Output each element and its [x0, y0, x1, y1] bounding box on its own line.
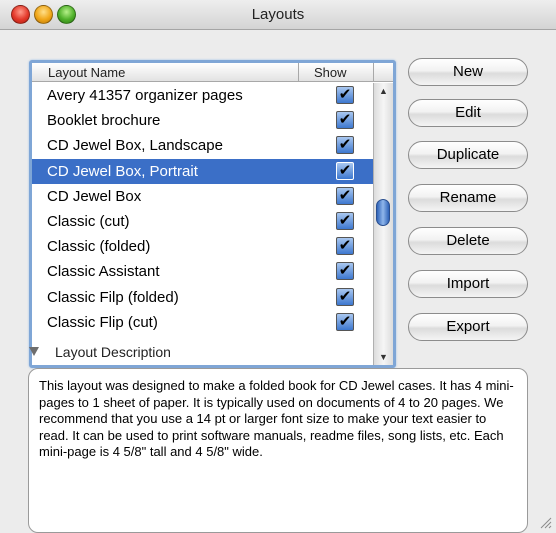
table-rows: Avery 41357 organizer pages ✔ Booklet broc…: [32, 83, 373, 365]
layouts-table[interactable]: Layout Name Show Avery 41357 organizer p…: [29, 60, 396, 368]
show-checkbox[interactable]: ✔: [336, 86, 354, 104]
scroll-down-arrow-icon[interactable]: ▼: [374, 349, 393, 365]
table-row[interactable]: Classic Filp (folded) ✔: [32, 285, 373, 310]
table-row[interactable]: Classic Assistant ✔: [32, 259, 373, 284]
layout-description-label: Layout Description: [55, 344, 171, 360]
show-checkbox[interactable]: ✔: [336, 161, 354, 180]
layout-name-cell: CD Jewel Box: [47, 187, 142, 205]
layout-name-cell: Classic (cut): [47, 212, 130, 230]
table-row[interactable]: Avery 41357 organizer pages ✔: [32, 83, 373, 108]
show-checkbox[interactable]: ✔: [336, 186, 354, 205]
table-row[interactable]: CD Jewel Box ✔: [32, 184, 373, 209]
column-divider[interactable]: [298, 63, 299, 82]
window-content: Layout Name Show Avery 41357 organizer p…: [0, 31, 556, 533]
table-row[interactable]: Booklet brochure ✔: [32, 108, 373, 133]
window-title: Layouts: [251, 6, 305, 23]
rename-button[interactable]: Rename: [408, 184, 528, 212]
column-header-layout-name[interactable]: Layout Name: [48, 65, 125, 80]
table-row[interactable]: Classic (cut) ✔: [32, 209, 373, 234]
table-header: Layout Name Show: [32, 63, 393, 82]
show-checkbox[interactable]: ✔: [336, 262, 354, 281]
layouts-window: Layouts Layout Name Show Avery 41357 org…: [0, 0, 556, 533]
layout-name-cell: Classic (folded): [47, 238, 151, 256]
layout-name-cell: CD Jewel Box, Portrait: [47, 162, 198, 180]
disclosure-triangle-icon[interactable]: [29, 347, 39, 356]
scrollbar-thumb[interactable]: [376, 199, 390, 226]
import-button[interactable]: Import: [408, 270, 528, 298]
vertical-scrollbar[interactable]: ▲ ▼: [373, 83, 393, 365]
duplicate-button[interactable]: Duplicate: [408, 141, 528, 169]
export-button[interactable]: Export: [408, 313, 528, 341]
layout-name-cell: Avery 41357 organizer pages: [47, 87, 243, 104]
scroll-up-arrow-icon[interactable]: ▲: [374, 83, 393, 99]
delete-button[interactable]: Delete: [408, 227, 528, 255]
layout-name-cell: Classic Flip (cut): [47, 313, 158, 331]
show-checkbox[interactable]: ✔: [336, 136, 354, 155]
column-header-show[interactable]: Show: [314, 65, 347, 80]
layout-name-cell: CD Jewel Box, Landscape: [47, 137, 223, 155]
table-row[interactable]: CD Jewel Box, Portrait ✔: [32, 158, 373, 184]
layout-name-cell: Booklet brochure: [47, 112, 161, 130]
show-checkbox[interactable]: ✔: [336, 211, 354, 230]
layout-description-text: This layout was designed to make a folde…: [28, 368, 528, 533]
show-checkbox[interactable]: ✔: [336, 111, 354, 130]
resize-grip-icon[interactable]: [538, 515, 552, 529]
title-bar[interactable]: Layouts: [0, 0, 556, 30]
layout-name-cell: Classic Assistant: [47, 263, 160, 281]
show-checkbox[interactable]: ✔: [336, 237, 354, 256]
table-row[interactable]: Classic (folded) ✔: [32, 234, 373, 259]
layout-name-cell: Classic Filp (folded): [47, 288, 179, 306]
show-checkbox[interactable]: ✔: [336, 312, 354, 331]
show-checkbox[interactable]: ✔: [336, 287, 354, 306]
table-row[interactable]: Classic Flip (cut) ✔: [32, 310, 373, 335]
header-corner: [373, 63, 393, 82]
edit-button[interactable]: Edit: [408, 99, 528, 127]
table-row[interactable]: CD Jewel Box, Landscape ✔: [32, 133, 373, 158]
new-button[interactable]: New: [408, 58, 528, 86]
